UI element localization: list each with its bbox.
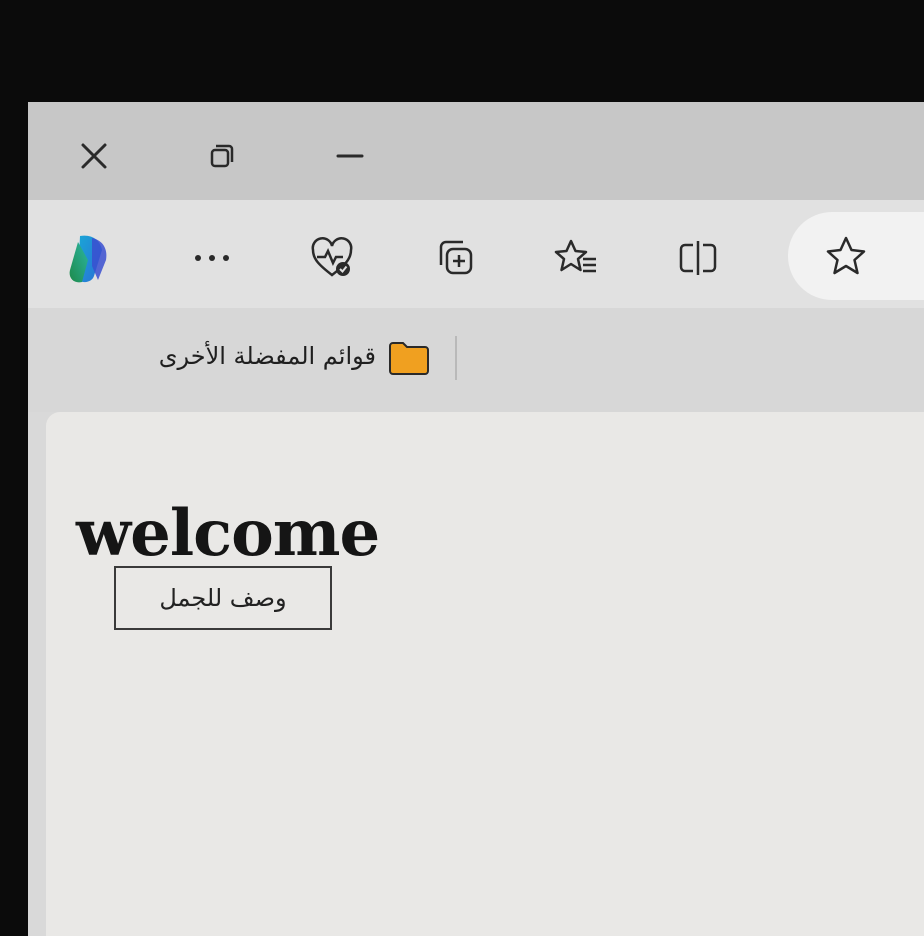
minimize-icon xyxy=(336,154,364,158)
split-screen-icon xyxy=(679,241,717,275)
close-button[interactable] xyxy=(70,132,118,180)
restore-button[interactable] xyxy=(198,132,246,180)
page-heading: welcome xyxy=(76,496,380,571)
split-screen-button[interactable] xyxy=(670,230,726,286)
restore-icon xyxy=(210,144,234,168)
collections-button[interactable] xyxy=(426,230,482,286)
browser-essentials-icon xyxy=(311,237,353,277)
collections-icon xyxy=(439,240,473,275)
favorite-star-icon xyxy=(826,236,866,275)
more-button[interactable] xyxy=(184,230,240,286)
close-icon xyxy=(81,143,107,169)
describe-sentences-button[interactable]: وصف للجمل xyxy=(114,566,332,630)
more-icon xyxy=(195,255,229,261)
minimize-button[interactable] xyxy=(326,132,374,180)
copilot-button[interactable] xyxy=(58,230,114,286)
favorites-button[interactable] xyxy=(548,230,604,286)
other-favorites-label[interactable]: قوائم المفضلة الأخرى xyxy=(159,342,376,370)
title-bar xyxy=(28,102,924,200)
favorites-separator xyxy=(455,336,457,380)
page-content: welcome وصف للجمل xyxy=(46,412,924,936)
folder-icon[interactable] xyxy=(388,340,430,376)
copilot-icon xyxy=(69,235,107,283)
favorites-icon xyxy=(554,239,596,273)
address-bar[interactable] xyxy=(788,212,924,300)
favorite-star-button[interactable] xyxy=(818,228,874,284)
browser-essentials-button[interactable] xyxy=(304,230,360,286)
browser-window: قوائم المفضلة الأخرى welcome وصف للجمل xyxy=(28,102,924,936)
